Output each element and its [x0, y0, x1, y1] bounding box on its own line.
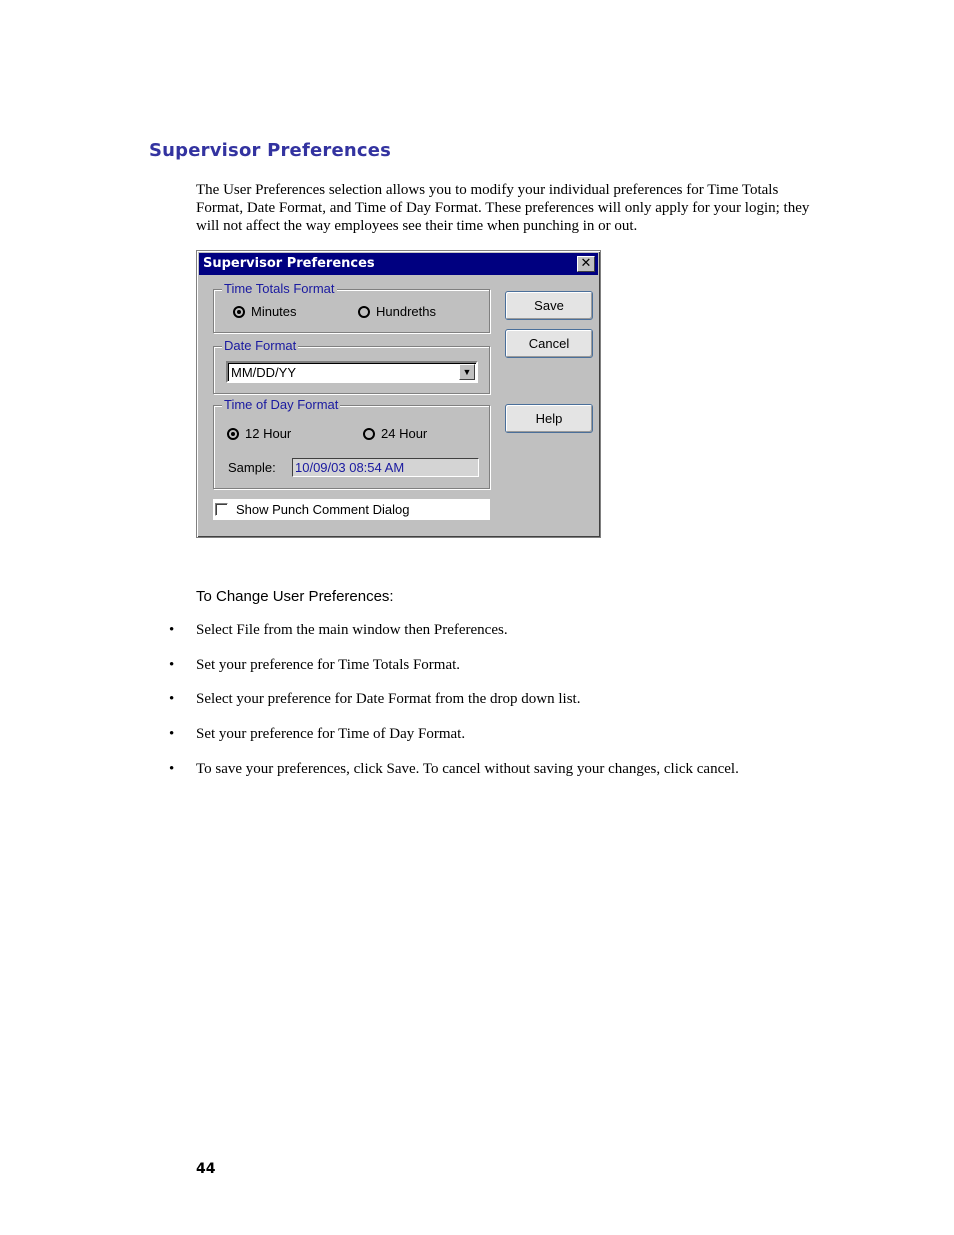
radio-24-hour-label: 24 Hour [381, 426, 428, 441]
date-format-label: Date Format [222, 338, 299, 354]
radio-hundreths[interactable]: Hundreths [358, 304, 436, 319]
radio-checked-icon [233, 305, 245, 318]
radio-24-hour[interactable]: 24 Hour [363, 426, 427, 441]
time-totals-label: Time Totals Format [222, 281, 337, 297]
bullet: • [169, 691, 175, 708]
time-of-day-group: Time of Day Format 12 Hour 24 Hour Sampl… [213, 397, 490, 489]
sample-field: 10/09/03 08:54 AM [292, 458, 479, 477]
radio-checked-icon [227, 427, 239, 440]
date-format-value: MM/DD/YY [231, 365, 296, 380]
bullet: • [169, 656, 175, 673]
bullet: • [169, 622, 175, 638]
date-format-group: Date Format MM/DD/YY ▼ [213, 338, 490, 394]
dialog-title: Supervisor Preferences [203, 256, 375, 271]
time-totals-group: Time Totals Format Minutes Hundreths [213, 281, 490, 333]
page-number: 44 [196, 1161, 216, 1177]
show-punch-comment-row[interactable]: Show Punch Comment Dialog [213, 499, 490, 520]
radio-minutes[interactable]: Minutes [233, 304, 297, 319]
instructions-heading: To Change User Preferences: [196, 588, 394, 605]
close-button[interactable]: ✕ [577, 256, 595, 272]
supervisor-preferences-dialog: Supervisor Preferences ✕ Time Totals For… [196, 250, 601, 538]
show-punch-comment-checkbox[interactable] [215, 503, 228, 516]
radio-minutes-label: Minutes [251, 304, 297, 319]
step-text: Set your preference for Time of Day Form… [196, 726, 466, 743]
dropdown-arrow-icon[interactable]: ▼ [459, 364, 475, 380]
step-text: Select your preference for Date Format f… [196, 691, 581, 708]
step-text: Set your preference for Time Totals Form… [196, 656, 461, 673]
radio-unchecked-icon [358, 305, 370, 318]
step-text: Select File from the main window then Pr… [196, 622, 508, 638]
radio-unchecked-icon [363, 427, 375, 440]
bullet: • [169, 760, 175, 777]
close-icon: ✕ [580, 256, 592, 271]
step-text: To save your preferences, click Save. To… [196, 760, 739, 777]
radio-12-hour-label: 12 Hour [245, 426, 292, 441]
date-format-select[interactable]: MM/DD/YY ▼ [226, 361, 478, 383]
show-punch-comment-label: Show Punch Comment Dialog [236, 502, 410, 517]
bullet: • [169, 726, 175, 743]
intro-paragraph: The User Preferences selection allows yo… [196, 182, 810, 234]
help-button[interactable]: Help [505, 404, 593, 433]
dialog-titlebar[interactable]: Supervisor Preferences ✕ [199, 253, 598, 275]
section-heading: Supervisor Preferences [149, 140, 392, 161]
time-of-day-label: Time of Day Format [222, 397, 341, 413]
radio-hundreths-label: Hundreths [376, 304, 436, 319]
save-button[interactable]: Save [505, 291, 593, 320]
sample-label: Sample: [228, 460, 276, 475]
radio-12-hour[interactable]: 12 Hour [227, 426, 291, 441]
cancel-button[interactable]: Cancel [505, 329, 593, 358]
